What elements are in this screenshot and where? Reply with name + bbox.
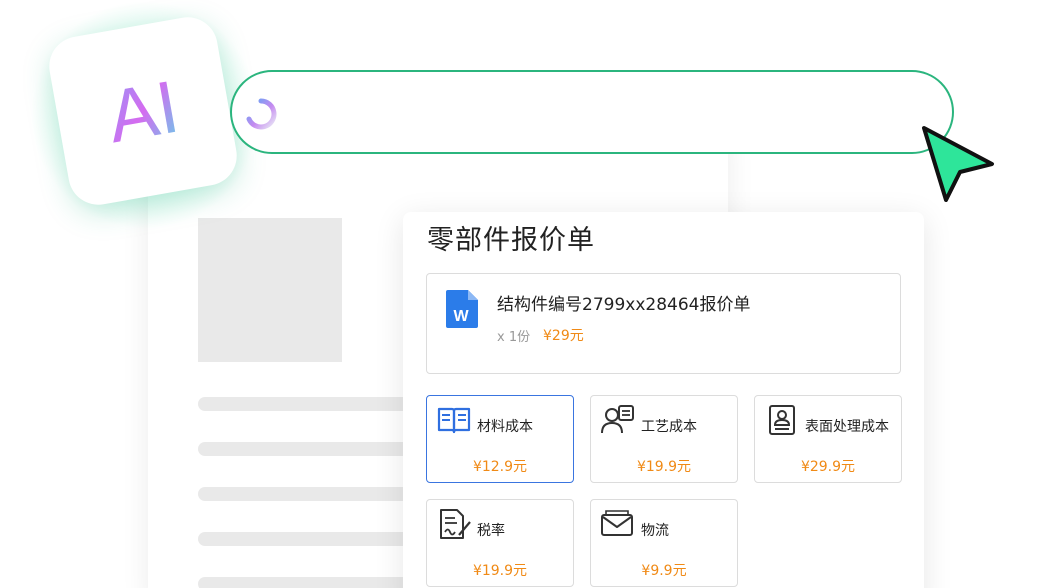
badge-card-icon xyxy=(769,405,795,435)
cost-label: 工艺成本 xyxy=(641,419,697,435)
cost-label: 表面处理成本 xyxy=(805,419,889,435)
quote-title: 零部件报价单 xyxy=(427,225,595,256)
cost-item-surface[interactable]: 表面处理成本 ¥29.9元 xyxy=(754,395,902,483)
cost-price: ¥9.9元 xyxy=(641,563,687,579)
file-price: ¥29元 xyxy=(543,328,584,344)
ai-logo-text: AI xyxy=(101,65,184,159)
loading-spinner-icon xyxy=(246,98,277,130)
svg-text:W: W xyxy=(453,308,469,325)
ai-badge: AI xyxy=(44,12,242,210)
cost-price: ¥12.9元 xyxy=(472,459,528,475)
open-book-icon xyxy=(437,407,471,434)
cost-item-material[interactable]: 材料成本 ¥12.9元 xyxy=(426,395,574,483)
cost-label: 材料成本 xyxy=(477,419,533,435)
cost-label: 物流 xyxy=(641,523,669,539)
engineer-icon xyxy=(601,405,634,434)
envelope-icon xyxy=(601,510,633,536)
ai-prompt-input[interactable] xyxy=(230,70,954,154)
quote-card: 零部件报价单 W 结构件编号2799xx28464报价单 x 1份 ¥29元 材… xyxy=(403,212,924,588)
cost-price: ¥19.9元 xyxy=(472,563,528,579)
cost-item-logistics[interactable]: 物流 ¥9.9元 xyxy=(590,499,738,587)
signed-document-icon xyxy=(440,509,471,539)
cost-price: ¥29.9元 xyxy=(800,459,856,475)
stage: AI 零部件报价单 W 结构件编号2799xx28464报价单 x 1份 ¥29… xyxy=(0,0,1056,588)
cost-item-process[interactable]: 工艺成本 ¥19.9元 xyxy=(590,395,738,483)
cost-label: 税率 xyxy=(477,523,505,539)
file-quantity: x 1份 xyxy=(497,330,531,345)
file-name: 结构件编号2799xx28464报价单 xyxy=(497,295,751,315)
word-document-icon: W xyxy=(446,290,478,328)
cost-item-tax[interactable]: 税率 ¥19.9元 xyxy=(426,499,574,587)
pointer-arrow-icon xyxy=(922,126,994,202)
cost-price: ¥19.9元 xyxy=(636,459,692,475)
ai-logo: AI xyxy=(101,65,184,159)
image-placeholder xyxy=(198,218,342,362)
quote-file[interactable]: W 结构件编号2799xx28464报价单 x 1份 ¥29元 xyxy=(426,273,901,374)
